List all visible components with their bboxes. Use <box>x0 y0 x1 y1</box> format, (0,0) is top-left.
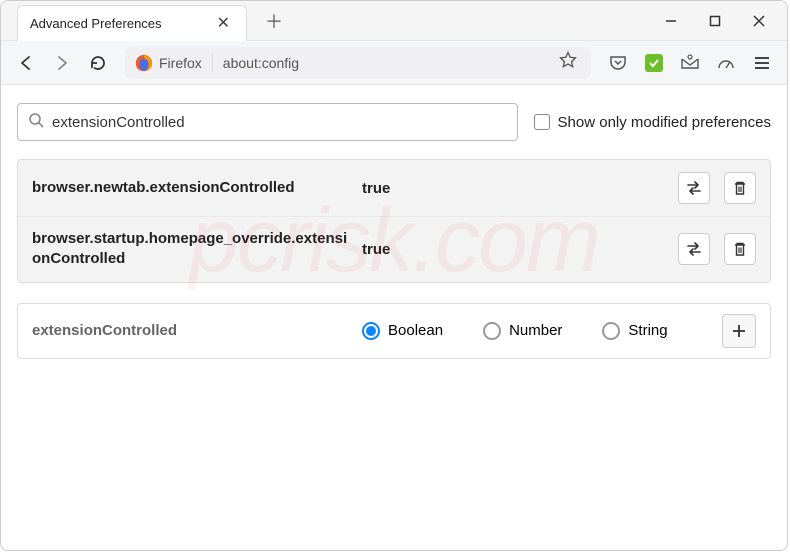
navigation-toolbar: Firefox <box>1 41 787 85</box>
pref-value: true <box>362 241 678 258</box>
radio-icon <box>602 322 620 340</box>
add-pref-button[interactable] <box>722 314 756 348</box>
search-box[interactable] <box>17 103 518 141</box>
close-icon <box>753 15 765 27</box>
close-tab-button[interactable]: ✕ <box>213 13 234 33</box>
radio-icon <box>483 322 501 340</box>
pocket-button[interactable] <box>603 48 633 78</box>
add-pref-name: extensionControlled <box>32 322 352 339</box>
plus-icon <box>731 323 747 339</box>
row-actions <box>678 172 756 204</box>
search-row: Show only modified preferences <box>17 103 771 141</box>
type-radio-group: Boolean Number String <box>362 322 722 340</box>
add-pref-row: extensionControlled Boolean Number Strin… <box>17 303 771 359</box>
window-frame: Advanced Preferences ✕ ＋ <box>0 0 788 551</box>
minimize-button[interactable] <box>649 1 693 41</box>
pref-row: browser.startup.homepage_override.extens… <box>18 216 770 282</box>
search-icon <box>28 112 44 133</box>
swap-icon <box>685 240 703 258</box>
content-area: Show only modified preferences browser.n… <box>1 85 787 377</box>
app-menu-button[interactable] <box>747 48 777 78</box>
forward-button[interactable] <box>47 48 77 78</box>
delete-button[interactable] <box>724 233 756 265</box>
window-controls <box>649 1 787 41</box>
checkbox-label: Show only modified preferences <box>558 114 771 131</box>
checkbox-icon <box>534 114 550 130</box>
inbox-icon <box>680 54 700 72</box>
swap-icon <box>685 179 703 197</box>
pref-value: true <box>362 180 678 197</box>
star-icon <box>559 51 577 69</box>
close-window-button[interactable] <box>737 1 781 41</box>
radio-selected-icon <box>362 322 380 340</box>
reload-icon <box>89 54 107 72</box>
dashboard-icon <box>716 54 736 72</box>
url-bar[interactable]: Firefox <box>125 47 591 79</box>
url-input[interactable] <box>213 55 555 71</box>
bookmark-button[interactable] <box>555 51 581 74</box>
pref-row: browser.newtab.extensionControlled true <box>18 160 770 216</box>
maximize-icon <box>709 15 721 27</box>
radio-label: Boolean <box>388 322 443 339</box>
hamburger-icon <box>755 57 769 69</box>
modified-only-toggle[interactable]: Show only modified preferences <box>534 114 771 131</box>
trash-icon <box>732 241 748 257</box>
type-string-radio[interactable]: String <box>602 322 667 340</box>
search-input[interactable] <box>52 114 507 131</box>
type-boolean-radio[interactable]: Boolean <box>362 322 443 340</box>
titlebar: Advanced Preferences ✕ ＋ <box>1 1 787 41</box>
minimize-icon <box>665 15 677 27</box>
arrow-left-icon <box>17 54 35 72</box>
radio-label: Number <box>509 322 562 339</box>
delete-button[interactable] <box>724 172 756 204</box>
type-number-radio[interactable]: Number <box>483 322 562 340</box>
inbox-button[interactable] <box>675 48 705 78</box>
radio-label: String <box>628 322 667 339</box>
tab-title: Advanced Preferences <box>30 16 203 31</box>
toggle-button[interactable] <box>678 172 710 204</box>
arrow-right-icon <box>53 54 71 72</box>
firefox-logo-icon <box>135 54 153 72</box>
results-list: browser.newtab.extensionControlled true … <box>17 159 771 283</box>
pocket-icon <box>609 54 627 72</box>
identity-label: Firefox <box>159 55 202 71</box>
extension-button[interactable] <box>639 48 669 78</box>
trash-icon <box>732 180 748 196</box>
pref-name: browser.startup.homepage_override.extens… <box>32 229 352 270</box>
back-button[interactable] <box>11 48 41 78</box>
identity-box[interactable]: Firefox <box>135 54 213 72</box>
pref-name: browser.newtab.extensionControlled <box>32 178 352 198</box>
new-tab-button[interactable]: ＋ <box>259 6 289 36</box>
extension-icon <box>645 54 663 72</box>
reload-button[interactable] <box>83 48 113 78</box>
maximize-button[interactable] <box>693 1 737 41</box>
toggle-button[interactable] <box>678 233 710 265</box>
profile-button[interactable] <box>711 48 741 78</box>
browser-tab[interactable]: Advanced Preferences ✕ <box>17 5 247 41</box>
row-actions <box>678 233 756 265</box>
